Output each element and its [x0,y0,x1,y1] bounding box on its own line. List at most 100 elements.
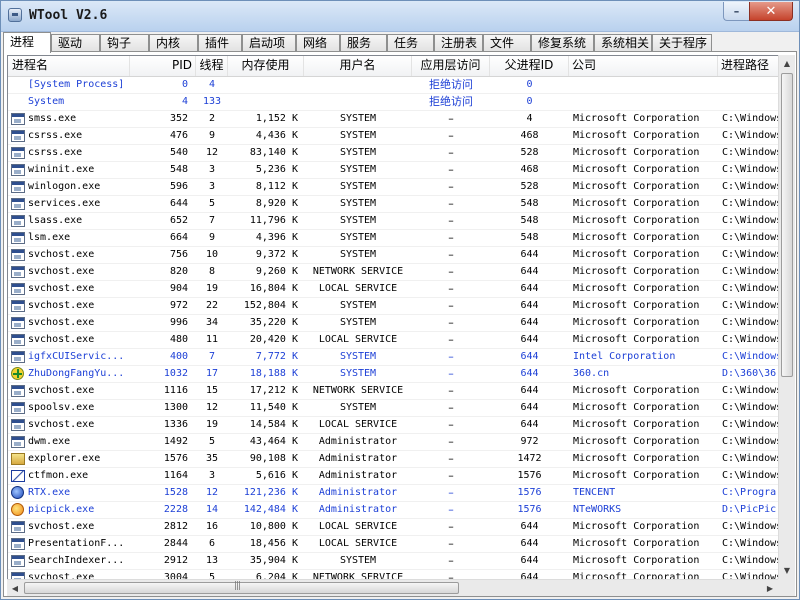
tab-drivers[interactable]: 驱动 [51,34,100,52]
cell-ppid: 0 [526,79,533,90]
column-header-ppid[interactable]: 父进程ID [490,56,569,76]
table-row[interactable]: lsm.exe 664 9 4,396 K SYSTEM – 548 Microsoft Co… [8,230,779,247]
cell-company: Microsoft Corporation [573,470,700,481]
cell-access: – [448,401,454,414]
cell-pid: 1300 [163,402,188,413]
table-row[interactable]: csrss.exe 540 12 83,140 K SYSTEM – 528 Microsof… [8,145,779,162]
table-row[interactable]: ctfmon.exe 1164 3 5,616 K Administrator – 1576… [8,468,779,485]
cell-ppid: 0 [526,96,533,107]
cell-ppid: 644 [520,419,539,430]
column-header-name[interactable]: 进程名 [8,56,130,76]
cell-threads: 12 [205,147,219,158]
table-row[interactable]: svchost.exe 1336 19 14,584 K LOCAL SERVICE – 6… [8,417,779,434]
table-row[interactable]: RTX.exe 1528 12 121,236 K Administrator – 1576… [8,485,779,502]
cell-access: 拒绝访问 [429,95,473,108]
cell-pid: 352 [169,113,188,124]
cell-path [718,77,779,93]
cell-ppid: 644 [520,300,539,311]
table-row[interactable]: [System Process] 0 4 拒绝访问 0 [8,77,779,94]
column-header-access[interactable]: 应用层访问 [412,56,490,76]
table-row[interactable]: svchost.exe 1116 15 17,212 K NETWORK SERVICE… [8,383,779,400]
column-header-company[interactable]: 公司 [569,56,718,76]
table-row[interactable]: smss.exe 352 2 1,152 K SYSTEM – 4 Microsoft Cor… [8,111,779,128]
column-header-pid[interactable]: PID [130,56,196,76]
table-row[interactable]: svchost.exe 904 19 16,804 K LOCAL SERVICE – 64… [8,281,779,298]
tab-about[interactable]: 关于程序 [652,34,712,52]
cell-pid: 664 [169,232,188,243]
table-row[interactable]: svchost.exe 480 11 20,420 K LOCAL SERVICE – 64… [8,332,779,349]
table-row[interactable]: explorer.exe 1576 35 90,108 K Administrator –… [8,451,779,468]
tab-startup[interactable]: 启动项 [242,34,296,52]
cell-user: Administrator [318,453,398,464]
cell-ppid: 644 [520,317,539,328]
cell-memory: 11,796 K [249,215,298,226]
table-row[interactable]: svchost.exe 756 10 9,372 K SYSTEM – 644 Microso… [8,247,779,264]
horizontal-scrollbar[interactable]: ◀ ||| ▶ [7,579,778,596]
tab-plugins[interactable]: 插件 [198,34,242,52]
scroll-left-icon[interactable]: ◀ [7,580,23,597]
table-row[interactable]: picpick.exe 2228 14 142,484 K Administrator –… [8,502,779,519]
cell-memory [228,94,304,110]
cell-threads: 35 [205,453,219,464]
tab-services[interactable]: 服务 [340,34,387,52]
minimize-button[interactable]: – [723,2,749,21]
close-button[interactable]: ✕ [749,2,793,21]
scroll-right-icon[interactable]: ▶ [762,580,778,597]
table-row[interactable]: svchost.exe 996 34 35,220 K SYSTEM – 644 Micros… [8,315,779,332]
table-row[interactable]: services.exe 644 5 8,920 K SYSTEM – 548 Microso… [8,196,779,213]
tab-tasks[interactable]: 任务 [387,34,434,52]
vertical-scroll-thumb[interactable] [781,73,793,377]
scroll-down-icon[interactable]: ▼ [779,562,795,579]
cell-access: – [448,282,454,295]
cell-memory: 17,212 K [249,385,298,396]
scroll-up-icon[interactable]: ▲ [779,55,795,72]
tab-network[interactable]: 网络 [296,34,340,52]
tab-processes[interactable]: 进程 [3,32,51,53]
table-row[interactable]: igfxCUIServic... 400 7 7,772 K SYSTEM – 644 Int… [8,349,779,366]
table-row[interactable]: dwm.exe 1492 5 43,464 K Administrator – 972 Mic… [8,434,779,451]
cell-access: – [448,316,454,329]
table-row[interactable]: svchost.exe 972 22 152,804 K SYSTEM – 644 Micro… [8,298,779,315]
table-row[interactable]: winlogon.exe 596 3 8,112 K SYSTEM – 528 Microso… [8,179,779,196]
table-row[interactable]: svchost.exe 2812 16 10,800 K LOCAL SERVICE – 6… [8,519,779,536]
column-header-memory[interactable]: 内存使用 [228,56,304,76]
tab-files[interactable]: 文件 [483,34,531,52]
table-row[interactable]: SearchIndexer... 2912 13 35,904 K SYSTEM – 644… [8,553,779,570]
process-list[interactable]: 进程名 PID 线程 内存使用 用户名 应用层访问 父进程ID 公司 进程路径 [System … [7,55,779,580]
cell-user: LOCAL SERVICE [318,283,398,294]
table-row[interactable]: ZhuDongFangYu... 1032 17 18,188 K SYSTEM – 644… [8,366,779,383]
tab-bar: 进程 驱动 钩子 内核 插件 启动项 网络 服务 任务 注册表 文件 修复系统 系统相关 关于程序 [3,32,799,53]
tab-hooks[interactable]: 钩子 [100,34,149,52]
tab-system[interactable]: 系统相关 [594,34,652,52]
table-row[interactable]: PresentationF... 2844 6 18,456 K LOCAL SERVI… [8,536,779,553]
cell-access: – [448,367,454,380]
cell-company: TENCENT [573,487,616,498]
table-row[interactable]: csrss.exe 476 9 4,436 K SYSTEM – 468 Microsoft … [8,128,779,145]
cell-path: C:\Windows [722,215,779,226]
horizontal-scroll-thumb[interactable]: ||| [24,581,459,594]
cell-company: Microsoft Corporation [573,249,700,260]
table-row[interactable]: svchost.exe 820 8 9,260 K NETWORK SERVICE – 64… [8,264,779,281]
vertical-scrollbar[interactable]: ▲ ▼ [778,55,795,579]
table-row[interactable]: lsass.exe 652 7 11,796 K SYSTEM – 548 Microsoft… [8,213,779,230]
column-header-threads[interactable]: 线程 [196,56,228,76]
cell-pid: 2912 [163,555,188,566]
cell-name: csrss.exe [28,130,83,141]
cell-path: C:\Windows [722,130,779,141]
table-row[interactable]: System 4 133 拒绝访问 0 [8,94,779,111]
table-row[interactable]: wininit.exe 548 3 5,236 K SYSTEM – 468 Microsof… [8,162,779,179]
tab-kernel[interactable]: 内核 [149,34,198,52]
table-row[interactable]: spoolsv.exe 1300 12 11,540 K SYSTEM – 644 Micro… [8,400,779,417]
cell-company: Microsoft Corporation [573,555,700,566]
cell-path: C:\Windows [722,334,779,345]
cell-user: LOCAL SERVICE [318,419,398,430]
title-bar[interactable]: WTool V2.6 – ✕ [1,1,799,32]
cell-pid: 4 [181,96,188,107]
tab-registry[interactable]: 注册表 [434,34,483,52]
cell-ppid: 644 [520,402,539,413]
column-header-user[interactable]: 用户名 [304,56,412,76]
cell-threads: 7 [208,351,216,362]
tab-repair-system[interactable]: 修复系统 [531,34,594,52]
column-header-path[interactable]: 进程路径 [718,56,779,76]
cell-access: – [448,486,454,499]
